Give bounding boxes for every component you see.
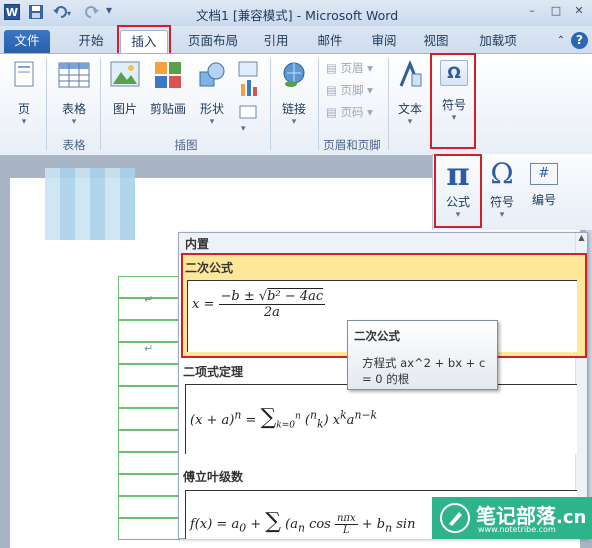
tab-review[interactable]: 审阅 xyxy=(362,30,406,54)
save-icon[interactable] xyxy=(28,4,44,22)
header-button[interactable]: ▤ 页眉 ▾ xyxy=(326,60,373,76)
table-row[interactable] xyxy=(118,408,180,430)
link-button[interactable]: 链接 ▾ xyxy=(274,60,314,127)
gallery-header: 内置 xyxy=(179,233,587,255)
chart-icon: ▾ xyxy=(238,61,258,134)
tab-view[interactable]: 视图 xyxy=(414,30,458,54)
page-icon xyxy=(14,61,34,87)
maximize-button[interactable]: □ xyxy=(546,4,566,20)
paragraph-mark: ↵ xyxy=(144,293,154,306)
picture-button[interactable]: 图片 xyxy=(106,60,144,117)
table-row[interactable] xyxy=(118,474,180,496)
word-app-icon[interactable]: W xyxy=(4,4,20,20)
quadratic-tooltip: 二次公式 方程式 ax^2 + bx + c = 0 的根 xyxy=(347,320,498,390)
tab-addins[interactable]: 加载项 xyxy=(466,30,530,54)
close-button[interactable]: ✕ xyxy=(569,4,589,20)
site-watermark: 笔记部落.cn www.notetribe.com xyxy=(432,497,592,539)
tab-file[interactable]: 文件 xyxy=(4,30,50,54)
symbol-panel-button[interactable]: Ω 符号 ▾ xyxy=(482,157,522,220)
redo-icon[interactable] xyxy=(84,4,100,22)
table-button[interactable]: 表格 ▾ xyxy=(54,60,94,127)
footer-button[interactable]: ▤ 页脚 ▾ xyxy=(326,82,373,98)
equation-button-highlight xyxy=(434,154,482,228)
group-label-header-footer: 页眉和页脚 xyxy=(323,138,381,152)
watermark-url: www.notetribe.com xyxy=(478,525,556,534)
table-row[interactable] xyxy=(118,430,180,452)
symbol-button-highlight xyxy=(430,53,476,149)
tab-references[interactable]: 引用 xyxy=(254,30,298,54)
tab-page-layout[interactable]: 页面布局 xyxy=(178,30,248,54)
tab-home[interactable]: 开始 xyxy=(66,30,116,54)
collapse-ribbon-icon[interactable]: ⌃ xyxy=(554,30,568,54)
table-row[interactable] xyxy=(118,452,180,474)
picture-icon xyxy=(110,61,140,87)
clipart-icon xyxy=(155,62,181,88)
watermark-suffix: .cn xyxy=(556,507,587,528)
textbox-button[interactable]: 文本 ▾ xyxy=(392,60,428,127)
binomial-theorem[interactable]: (x + a)n = ∑k=0n (nk) xkan−k xyxy=(185,384,577,454)
undo-icon[interactable]: ▾ xyxy=(52,4,74,22)
numbering-icon: # xyxy=(530,163,558,185)
table-row[interactable] xyxy=(118,518,180,540)
page-button[interactable]: 页 ▾ xyxy=(8,60,40,127)
title-bar: W ▾ ▾ 文档1 [兼容模式] - Microsoft Word – □ ✕ xyxy=(0,0,592,26)
numbering-button[interactable]: # 编号 xyxy=(524,157,564,208)
shapes-button[interactable]: 形状 ▾ xyxy=(194,60,230,127)
omega-large-icon: Ω xyxy=(490,157,514,190)
chart-smartart-icons[interactable]: ▾ xyxy=(236,60,262,139)
blurred-content xyxy=(45,168,135,240)
customize-qat-button[interactable]: ▾ xyxy=(106,3,112,21)
insert-tab-highlight xyxy=(117,25,171,56)
ribbon-tabs: 文件 开始 插入 页面布局 引用 邮件 审阅 视图 加载项 ⌃ ? xyxy=(0,26,592,54)
group-label-tables: 表格 xyxy=(62,138,86,152)
pen-logo-icon xyxy=(440,503,470,533)
shapes-icon xyxy=(199,62,225,87)
svg-text:▾: ▾ xyxy=(241,124,246,134)
gallery-item-title-quadratic: 二次公式 xyxy=(185,261,234,275)
gallery-item-title-binomial: 二项式定理 xyxy=(183,365,244,379)
link-icon xyxy=(283,62,305,87)
minimize-button[interactable]: – xyxy=(522,4,542,20)
ribbon-insert: 页 ▾ 表格 ▾ 表格 图片 剪贴画 形状 ▾ ▾ 插图 链接 ▾ ▤ 页眉 ▾… xyxy=(0,53,592,156)
table-row[interactable] xyxy=(118,496,180,518)
window-title: 文档1 [兼容模式] - Microsoft Word xyxy=(196,8,399,23)
tab-mailings[interactable]: 邮件 xyxy=(308,30,352,54)
table-row[interactable] xyxy=(118,320,180,342)
table-icon xyxy=(58,62,90,88)
tooltip-body: 方程式 ax^2 + bx + c = 0 的根 xyxy=(362,356,486,386)
page-number-button[interactable]: ▤ 页码 ▾ xyxy=(326,104,373,120)
group-label-illustrations: 插图 xyxy=(174,138,198,152)
table-row[interactable] xyxy=(118,364,180,386)
table-row[interactable] xyxy=(118,386,180,408)
paragraph-mark: ↵ xyxy=(144,342,154,355)
help-icon[interactable]: ? xyxy=(571,32,588,49)
clipart-button[interactable]: 剪贴画 xyxy=(146,60,190,117)
tooltip-title: 二次公式 xyxy=(354,329,400,343)
svg-text:▾: ▾ xyxy=(67,9,71,18)
textbox-icon xyxy=(399,60,422,87)
gallery-item-title-fourier: 傅立叶级数 xyxy=(183,470,244,484)
